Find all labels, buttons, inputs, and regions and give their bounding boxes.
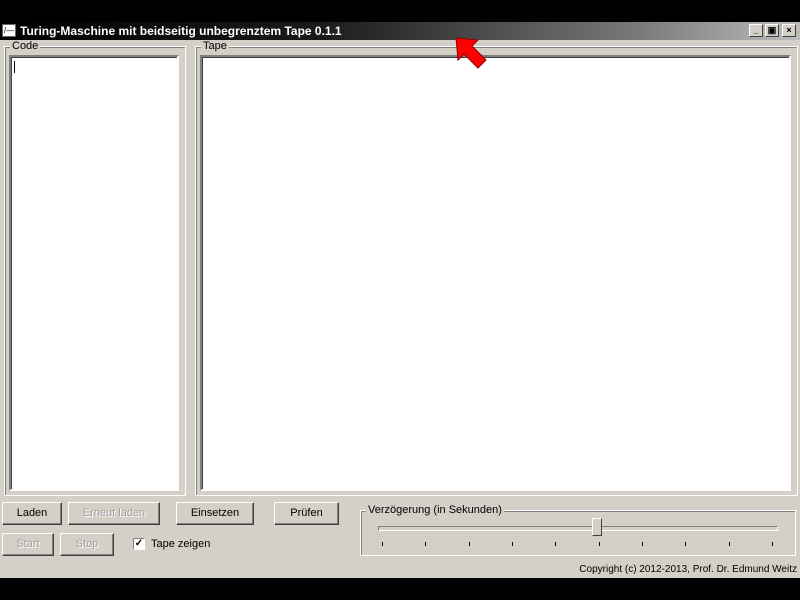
tape-display[interactable] (200, 55, 791, 491)
slider-tick (512, 542, 513, 546)
slider-tick (772, 542, 773, 546)
text-caret (14, 61, 15, 73)
title-bar[interactable]: /— Turing-Maschine mit beidseitig unbegr… (0, 22, 800, 40)
stop-button[interactable]: Stop (60, 533, 114, 556)
start-button[interactable]: Start (2, 533, 54, 556)
slider-tick (685, 542, 687, 546)
erneut-laden-button[interactable]: Erneut laden (68, 502, 160, 525)
slider-tick (642, 542, 643, 546)
minimize-button[interactable]: _ (749, 24, 763, 37)
delay-group: Verzögerung (in Sekunden) (360, 504, 796, 556)
tape-zeigen-label: Tape zeigen (151, 538, 211, 550)
einsetzen-button[interactable]: Einsetzen (176, 502, 254, 525)
slider-tick (555, 542, 557, 546)
window-title: Turing-Maschine mit beidseitig unbegrenz… (20, 24, 342, 38)
app-window: /— Turing-Maschine mit beidseitig unbegr… (0, 22, 800, 578)
copyright-text: Copyright (c) 2012-2013, Prof. Dr. Edmun… (579, 564, 797, 575)
delay-slider-track[interactable] (378, 526, 778, 531)
restore-button[interactable]: ▣ (765, 24, 779, 37)
close-button[interactable]: × (782, 24, 796, 37)
slider-tick (425, 542, 427, 546)
red-arrow-cursor-icon (455, 37, 487, 69)
app-icon[interactable]: /— (2, 24, 16, 37)
delay-slider-thumb[interactable] (591, 518, 602, 536)
code-editor[interactable] (9, 55, 179, 491)
tape-zeigen-checkbox[interactable]: ✓ (133, 538, 145, 550)
pruefen-button[interactable]: Prüfen (274, 502, 339, 525)
slider-tick (382, 542, 383, 546)
slider-tick (468, 542, 470, 546)
slider-tick (598, 542, 600, 546)
laden-button[interactable]: Laden (2, 502, 62, 525)
slider-tick (728, 542, 730, 546)
code-group-label: Code (10, 40, 41, 52)
delay-group-label: Verzögerung (in Sekunden) (366, 504, 504, 516)
tape-group-label: Tape (201, 40, 229, 52)
